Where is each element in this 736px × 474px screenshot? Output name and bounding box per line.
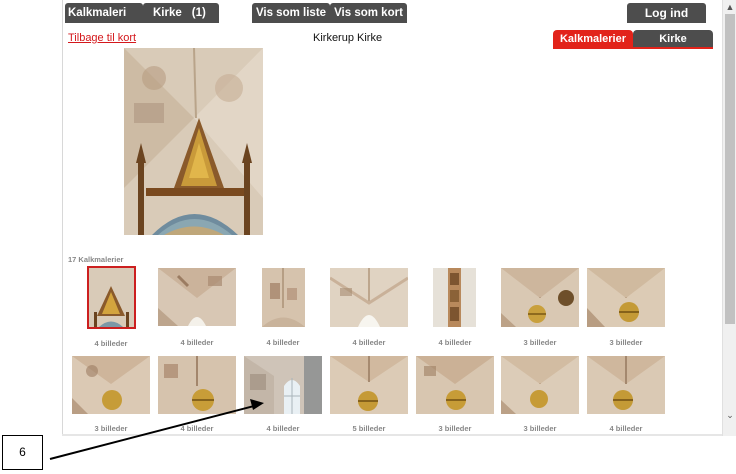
gallery-thumb[interactable]	[158, 356, 236, 414]
thumb-caption: 4 billeder	[266, 338, 300, 347]
tab-kalkmaleri[interactable]: Kalkmaleri	[65, 3, 143, 23]
chevron-down-icon[interactable]: ⌄	[724, 409, 736, 421]
gallery-thumb[interactable]	[262, 268, 305, 327]
tab-underline	[553, 47, 713, 49]
bottom-edge	[62, 434, 722, 436]
tab-kirke-label: Kirke	[153, 7, 182, 19]
thumb-caption: 4 billeder	[180, 424, 214, 433]
thumb-caption: 4 billeder	[180, 338, 214, 347]
gallery-thumb[interactable]	[72, 356, 150, 414]
thumb-caption: 3 billeder	[523, 338, 557, 347]
annotation-label: 6	[2, 435, 43, 470]
thumb-caption: 4 billeder	[94, 339, 128, 348]
tab-kirke-count: (1)	[191, 7, 206, 19]
gallery-thumb[interactable]	[330, 356, 408, 414]
main-mural-photo[interactable]	[124, 48, 263, 235]
gallery-thumb[interactable]	[158, 268, 236, 326]
tab-kalkmalerier[interactable]: Kalkmalerier	[553, 30, 633, 48]
thumb-caption: 4 billeder	[438, 338, 472, 347]
map-view-button[interactable]: Vis som kort	[330, 3, 407, 23]
gallery-count-heading: 17 Kalkmalerier	[68, 255, 124, 264]
page-title: Kirkerup Kirke	[313, 32, 383, 44]
tab-kirke[interactable]: Kirke (1)	[143, 3, 219, 23]
thumb-caption: 3 billeder	[609, 338, 643, 347]
thumb-caption: 4 billeder	[266, 424, 300, 433]
browser-content: Kalkmaleri Kirke (1) Vis som liste Vis so…	[62, 0, 736, 436]
gallery-thumb[interactable]	[501, 356, 579, 414]
chevron-up-icon[interactable]: ▲	[724, 1, 736, 13]
tab-kirke-info[interactable]: Kirke	[633, 30, 713, 48]
thumb-caption: 4 billeder	[609, 424, 643, 433]
gallery-thumb[interactable]	[416, 356, 494, 414]
list-view-button[interactable]: Vis som liste	[252, 3, 330, 23]
gallery-thumb[interactable]	[587, 268, 665, 327]
gallery-thumb[interactable]	[330, 268, 408, 327]
thumb-caption: 3 billeder	[523, 424, 557, 433]
scroll-thumb[interactable]	[725, 14, 735, 324]
login-button[interactable]: Log ind	[627, 3, 706, 23]
back-to-map-link[interactable]: Tilbage til kort	[68, 32, 136, 44]
gallery-thumb[interactable]	[433, 268, 476, 327]
gallery-thumb[interactable]	[244, 356, 322, 414]
thumb-caption: 4 billeder	[352, 338, 386, 347]
thumb-caption: 3 billeder	[94, 424, 128, 433]
tab-kalkmaleri-label: Kalkmaleri	[68, 7, 127, 19]
gallery-thumb[interactable]	[501, 268, 579, 327]
gallery-thumb[interactable]	[587, 356, 665, 414]
thumb-caption: 5 billeder	[352, 424, 386, 433]
thumb-caption: 3 billeder	[438, 424, 472, 433]
gallery-thumb[interactable]	[87, 266, 136, 329]
vertical-scrollbar[interactable]: ▲ ⌄	[722, 0, 736, 436]
top-navigation: Kalkmaleri Kirke (1) Vis som liste Vis so…	[63, 0, 723, 24]
